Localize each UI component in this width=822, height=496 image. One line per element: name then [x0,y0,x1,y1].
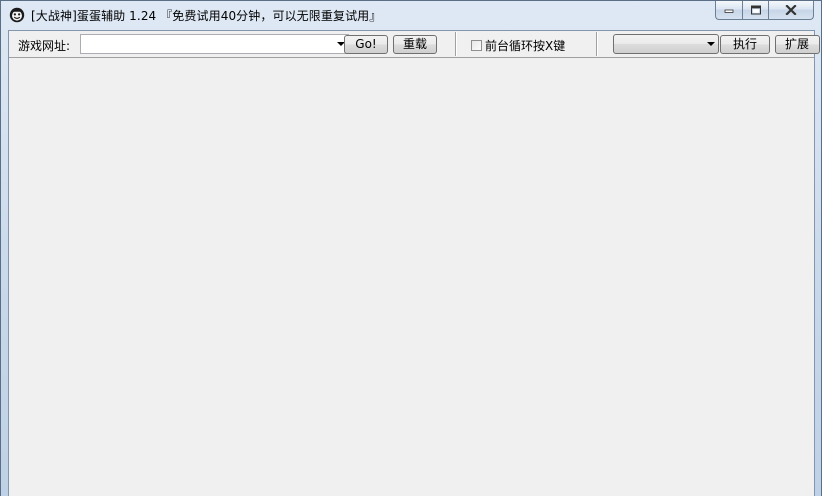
window-title: [大战神]蛋蛋辅助 1.24 『免费试用40分钟，可以无限重复试用』 [31,9,382,23]
title-bar[interactable]: [大战神]蛋蛋辅助 1.24 『免费试用40分钟，可以无限重复试用』 [1,1,821,31]
client-area: 游戏网址: Go! 重载 前台循环按X键 执行 扩展 [8,30,820,496]
toolbar-separator [596,32,597,56]
reload-button[interactable]: 重载 [393,35,437,54]
maximize-button[interactable] [742,1,768,20]
toolbar-separator [455,32,456,56]
minimize-icon [724,9,734,13]
close-icon [785,5,797,15]
app-icon [9,7,25,23]
execute-button[interactable]: 执行 [720,35,770,54]
app-window: [大战神]蛋蛋辅助 1.24 『免费试用40分钟，可以无限重复试用』 游戏网址:… [0,0,822,496]
go-button[interactable]: Go! [344,35,388,54]
close-button[interactable] [768,1,814,20]
loop-key-checkbox[interactable]: 前台循环按X键 [471,37,565,54]
browser-content-area[interactable] [9,58,814,496]
chevron-down-icon[interactable] [707,42,715,46]
loop-key-label: 前台循环按X键 [485,39,566,53]
url-label: 游戏网址: [18,39,71,53]
minimize-button[interactable] [715,1,742,20]
checkbox-box[interactable] [471,40,482,51]
caption-buttons [715,1,814,21]
maximize-icon [750,5,761,15]
extend-button[interactable]: 扩展 [775,35,820,54]
action-select[interactable] [613,34,719,54]
url-input[interactable] [83,36,323,52]
toolbar: 游戏网址: Go! 重载 前台循环按X键 执行 扩展 [9,31,820,58]
url-combobox[interactable] [80,34,349,54]
